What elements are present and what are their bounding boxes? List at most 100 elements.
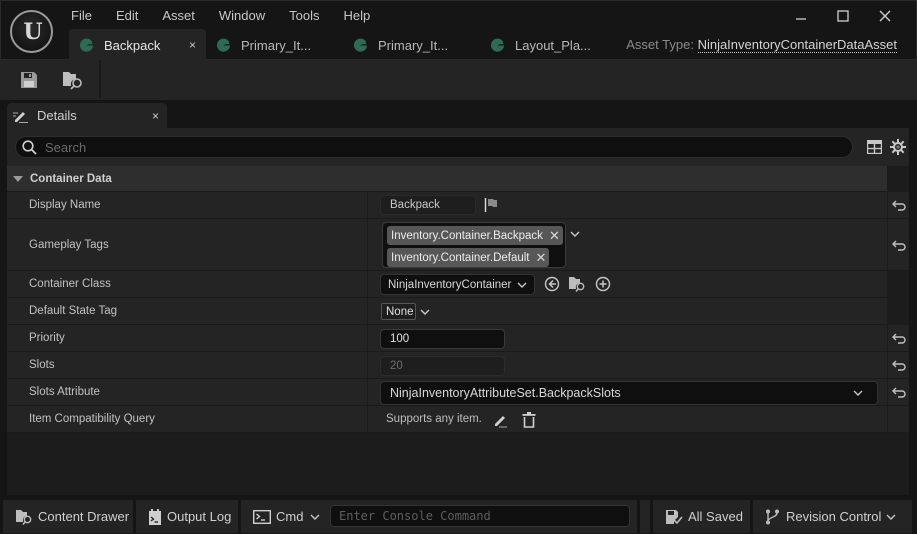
chevron-down-icon [310, 514, 320, 520]
toolbar [0, 60, 917, 100]
menu-tools[interactable]: Tools [277, 6, 331, 26]
output-log-label: Output Log [167, 509, 232, 524]
column-splitter[interactable] [367, 192, 368, 218]
reset-to-default-button[interactable] [887, 379, 909, 406]
tab-primary-item-2[interactable]: Primary_It... [343, 29, 480, 61]
cmd-selector[interactable]: Cmd [276, 509, 303, 524]
property-row-gameplay-tags: Gameplay Tags Inventory.Container.Backpa… [7, 219, 887, 271]
edit-query-button[interactable] [491, 411, 509, 429]
slots-attribute-combo[interactable]: NinjaInventoryAttributeSet.BackpackSlots [380, 381, 878, 405]
container-class-combo[interactable]: NinjaInventoryContainer [380, 274, 535, 295]
status-bar: Content Drawer Output Log Cmd All Saved … [0, 497, 917, 534]
default-state-tag-button[interactable]: None [381, 303, 416, 320]
save-button[interactable] [17, 68, 41, 92]
details-tab-close-icon[interactable]: × [152, 109, 159, 123]
tab-label: Backpack [104, 37, 161, 53]
chevron-down-icon [420, 309, 430, 315]
property-label: Display Name [29, 199, 101, 211]
reset-to-default-button[interactable] [887, 325, 909, 352]
details-pencil-icon [13, 111, 28, 123]
revision-control-button[interactable]: Revision Control [753, 500, 912, 533]
column-splitter[interactable] [367, 298, 368, 324]
table-icon [866, 140, 882, 154]
reset-arrow-icon [891, 360, 906, 371]
branch-icon [766, 509, 779, 524]
asset-type: Asset Type: NinjaInventoryContainerDataA… [626, 37, 897, 53]
tab-close-icon[interactable]: × [189, 38, 196, 52]
console-command-box[interactable] [330, 505, 630, 527]
property-row-item-compatibility-query: Item Compatibility Query Supports any it… [7, 406, 887, 433]
column-splitter[interactable] [367, 352, 368, 378]
category-container-data[interactable]: Container Data [7, 166, 887, 192]
search-box[interactable] [15, 136, 853, 158]
details-panel: Container Data Display Name Backpack Gam… [7, 128, 909, 495]
close-window-button[interactable] [864, 5, 906, 27]
data-asset-icon [490, 38, 505, 52]
gameplay-tag-chip: Inventory.Container.Backpack ✕ [387, 226, 563, 245]
reset-arrow-icon [891, 387, 906, 398]
output-log-button[interactable]: Output Log [136, 500, 238, 533]
column-splitter[interactable] [367, 271, 368, 297]
close-icon [879, 10, 891, 22]
chevron-down-icon [853, 390, 863, 396]
browse-folder-icon [569, 277, 585, 292]
asset-type-link[interactable]: NinjaInventoryContainerDataAsset [697, 37, 897, 53]
details-tab[interactable]: Details × [7, 103, 167, 128]
tab-layout-plan[interactable]: Layout_Pla... [480, 29, 617, 61]
menu-edit[interactable]: Edit [104, 6, 150, 26]
priority-numeric-field[interactable]: 100 [380, 329, 505, 349]
chevron-down-icon [570, 231, 580, 237]
column-splitter[interactable] [367, 379, 368, 405]
tag-label: Inventory.Container.Default [391, 251, 530, 264]
state-tag-dropdown-button[interactable] [416, 303, 434, 321]
column-splitter[interactable] [367, 406, 368, 432]
tab-primary-item-1[interactable]: Primary_It... [206, 29, 343, 61]
tab-backpack[interactable]: Backpack × [69, 29, 206, 61]
remove-tag-icon[interactable]: ✕ [549, 228, 560, 244]
tab-label: Primary_It... [241, 37, 312, 53]
search-input[interactable] [45, 139, 825, 155]
localization-flag-button[interactable] [482, 196, 500, 214]
document-tabs: Backpack × Primary_It... Primary_It... L… [69, 29, 617, 61]
all-saved-button[interactable]: All Saved [653, 500, 750, 533]
display-name-field[interactable]: Backpack [380, 195, 476, 215]
all-saved-label: All Saved [688, 509, 743, 524]
clear-query-button[interactable] [520, 411, 538, 429]
console-command-input[interactable] [339, 509, 619, 523]
maximize-icon [837, 10, 849, 22]
property-matrix-button[interactable] [865, 138, 883, 156]
browse-to-asset-button[interactable] [61, 68, 85, 92]
reset-to-default-button[interactable] [887, 352, 909, 379]
reset-arrow-icon [891, 333, 906, 344]
column-splitter[interactable] [367, 325, 368, 351]
property-label: Priority [29, 332, 65, 344]
menu-window[interactable]: Window [207, 6, 277, 26]
reset-to-default-button[interactable] [887, 219, 909, 271]
create-new-class-button[interactable] [594, 275, 612, 293]
pencil-icon [495, 416, 507, 428]
property-label: Item Compatibility Query [29, 413, 155, 425]
details-tab-label: Details [37, 108, 77, 123]
tags-dropdown-button[interactable] [566, 225, 584, 243]
settings-button[interactable] [889, 138, 907, 156]
browse-class-button[interactable] [568, 275, 586, 293]
unreal-engine-logo[interactable]: U [10, 10, 53, 53]
terminal-icon [253, 509, 271, 524]
property-row-slots: Slots 20 [7, 352, 887, 379]
data-asset-icon [353, 38, 368, 52]
minimize-button[interactable] [780, 5, 822, 27]
property-row-container-class: Container Class NinjaInventoryContainer [7, 271, 887, 298]
property-row-priority: Priority 100 [7, 325, 887, 352]
reset-to-default-button[interactable] [887, 192, 909, 219]
flag-icon [484, 198, 497, 212]
maximize-button[interactable] [822, 5, 864, 27]
menu-file[interactable]: File [59, 6, 104, 26]
menu-help[interactable]: Help [331, 6, 382, 26]
reset-column [887, 406, 909, 433]
menu-asset[interactable]: Asset [150, 6, 207, 26]
trash-icon [522, 412, 536, 428]
column-splitter[interactable] [367, 219, 368, 270]
content-drawer-button[interactable]: Content Drawer [3, 500, 133, 533]
remove-tag-icon[interactable]: ✕ [536, 250, 547, 266]
use-selected-button[interactable] [543, 275, 561, 293]
